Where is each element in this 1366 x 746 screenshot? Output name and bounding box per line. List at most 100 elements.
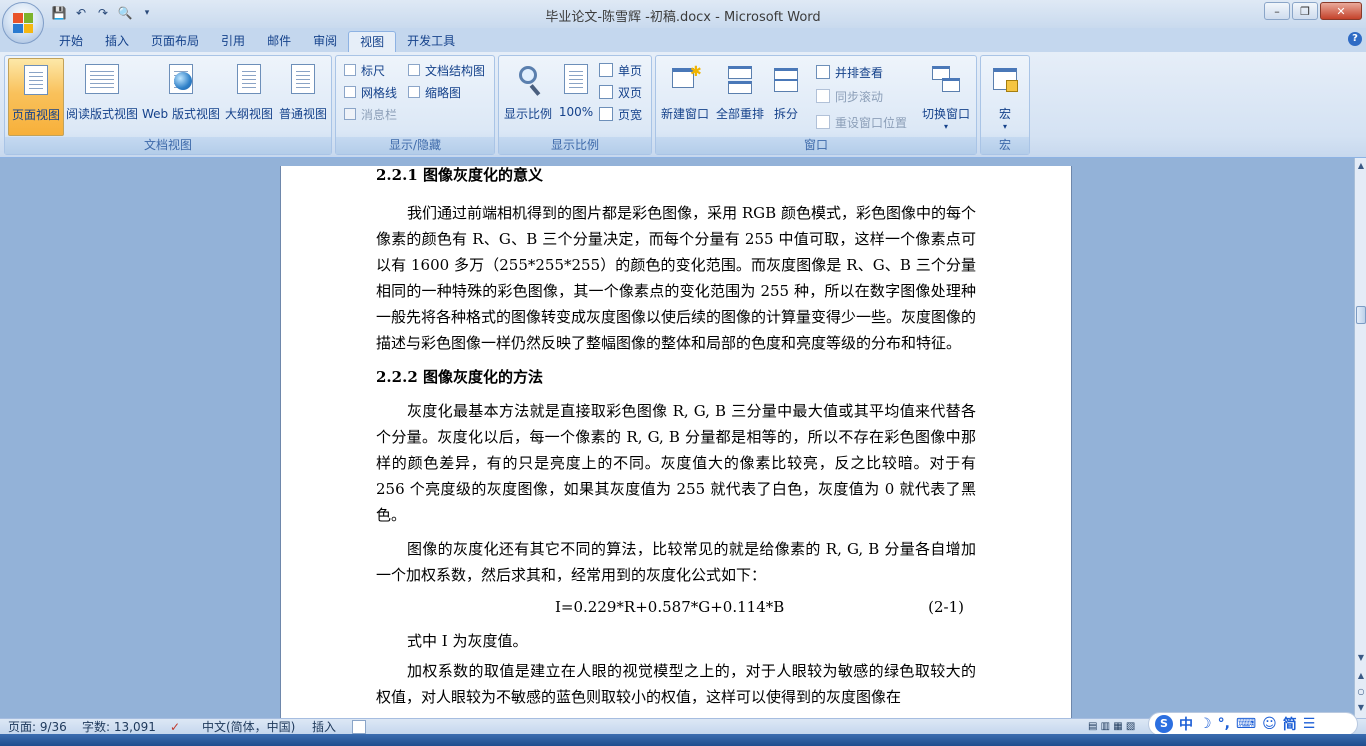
checkbox-icon [408,86,420,98]
checkbox-icon [344,86,356,98]
minimize-button[interactable]: – [1264,2,1290,20]
language-status[interactable]: 中文(简体，中国) [202,720,295,734]
outline-label: 大纲视图 [224,107,273,121]
word-count-status[interactable]: 字数: 13,091 [82,720,156,734]
group-label-zoom: 显示比例 [499,137,651,154]
view-side-by-side-button[interactable]: 并排查看 [816,62,883,82]
tab-mailings[interactable]: 邮件 [256,31,302,52]
ime-simplified[interactable]: 简 [1283,714,1297,734]
arrange-all-button[interactable]: 全部重排 [714,58,766,136]
reading-layout-label: 阅读版式视图 [65,107,138,121]
paragraph-4: 式中 I 为灰度值。 [407,632,528,650]
title-bar: 💾 ↶ ↷ 🔍 ▾ 毕业论文-陈雪辉 -初稿.docx - Microsoft … [0,0,1366,28]
window-title: 毕业论文-陈雪辉 -初稿.docx - Microsoft Word [545,10,821,25]
ribbon-tabs: 开始 插入 页面布局 引用 邮件 审阅 视图 开发工具 ? [0,28,1366,52]
document-page[interactable]: 2.2.1 图像灰度化的意义 我们通过前端相机得到的图片都是彩色图像，采用 RG… [280,166,1072,726]
switch-windows-button[interactable]: 切换窗口 ▾ [918,58,974,136]
two-pages-icon [599,85,613,99]
keyboard-icon[interactable]: ⌨ [1236,716,1256,732]
restore-button[interactable]: ❐ [1292,2,1318,20]
paragraph-1: 我们通过前端相机得到的图片都是彩色图像，采用 RGB 颜色模式，彩色图像中的每个… [376,204,977,352]
reset-position-label: 重设窗口位置 [835,115,908,130]
tab-references[interactable]: 引用 [210,31,256,52]
tab-insert[interactable]: 插入 [94,31,140,52]
insert-mode-status[interactable]: 插入 [312,720,336,734]
ime-toolbar[interactable]: S 中 ☽ °, ⌨ ☺ 简 ☰ [1148,712,1358,736]
zoom-100-button[interactable]: 100% [557,58,595,136]
previous-page-icon[interactable]: ▲ [1356,670,1366,682]
thumbnails-checkbox[interactable]: 缩略图 [408,82,461,102]
scrollbar-thumb[interactable] [1356,306,1366,324]
ruler-checkbox[interactable]: 标尺 [344,60,385,80]
dropdown-arrow-icon: ▾ [943,122,948,131]
reset-position-icon [816,115,830,129]
dropdown-arrow-icon: ▾ [1002,122,1007,131]
checkbox-icon [344,64,356,76]
ribbon: 页面视图 阅读版式视图 Web 版式视图 大纲视图 普通视图 文档视图 标尺 网… [0,52,1366,158]
group-zoom: 显示比例 100% 单页 双页 页宽 显示比例 [498,55,652,155]
new-window-icon: ✱ [670,64,702,96]
document-map-checkbox[interactable]: 文档结构图 [408,60,485,80]
tab-view[interactable]: 视图 [348,31,397,52]
document-workspace: 2.2.1 图像灰度化的意义 我们通过前端相机得到的图片都是彩色图像，采用 RG… [0,158,1354,726]
ruler-toggle-icon[interactable]: ▲ [1356,160,1366,172]
magnifier-icon [513,64,543,96]
tab-home[interactable]: 开始 [48,31,94,52]
tab-review[interactable]: 审阅 [302,31,348,52]
paragraph-5: 加权系数的取值是建立在人眼的视觉模型之上的，对于人眼较为敏感的绿色取较大的权值，… [376,662,976,706]
formula-number: (2-1) [928,598,964,616]
heading-2-2-1: 2.2.1 图像灰度化的意义 [376,166,543,184]
synchronous-scrolling-button[interactable]: 同步滚动 [816,86,883,106]
zoom-button[interactable]: 显示比例 [501,58,555,136]
group-window: ✱ 新建窗口 全部重排 拆分 并排查看 同步滚动 重设窗口位置 切换窗口 ▾ 窗… [655,55,977,155]
macro-record-icon[interactable] [352,720,366,734]
page-number-status[interactable]: 页面: 9/36 [8,720,67,734]
office-button[interactable] [2,2,44,44]
page-width-button[interactable]: 页宽 [599,104,642,124]
next-page-icon[interactable]: ▼ [1356,702,1366,714]
close-button[interactable]: ✕ [1320,2,1362,20]
group-document-views: 页面视图 阅读版式视图 Web 版式视图 大纲视图 普通视图 文档视图 [4,55,332,155]
switch-windows-icon [931,64,961,96]
menu-icon[interactable]: ☰ [1303,716,1316,732]
vertical-scrollbar[interactable]: ▲ ▼ ▲ ○ ▼ [1354,158,1366,718]
scroll-down-arrow-icon[interactable]: ▼ [1356,652,1366,664]
proofing-icon[interactable]: ✓ [170,720,180,734]
tab-developer[interactable]: 开发工具 [396,31,466,52]
tab-page-layout[interactable]: 页面布局 [140,31,210,52]
zoom-100-label: 100% [558,105,594,119]
new-window-button[interactable]: ✱ 新建窗口 [658,58,712,136]
ime-language[interactable]: 中 [1179,714,1193,734]
ruler-label: 标尺 [361,63,386,78]
thumbnails-label: 缩略图 [425,85,462,100]
select-browse-object-icon[interactable]: ○ [1356,686,1366,698]
macros-button[interactable]: 宏 ▾ [985,58,1025,136]
punctuation-icon[interactable]: °, [1218,716,1230,732]
macros-label: 宏 [998,107,1011,121]
paragraph-3: 图像的灰度化还有其它不同的算法，比较常见的就是给像素的 R, G, B 分量各自… [376,540,976,584]
sync-scroll-icon [816,89,830,103]
split-icon [771,64,801,96]
formula: I=0.229*R+0.587*G+0.114*B [555,598,785,616]
group-macros: 宏 ▾ 宏 [980,55,1030,155]
outline-button[interactable]: 大纲视图 [223,58,275,136]
ime-logo-icon: S [1155,715,1173,733]
group-label-document-views: 文档视图 [5,137,331,154]
web-layout-button[interactable]: Web 版式视图 [141,58,221,136]
checkbox-icon [344,108,356,120]
print-layout-button[interactable]: 页面视图 [8,58,64,136]
one-page-button[interactable]: 单页 [599,60,642,80]
reset-window-position-button[interactable]: 重设窗口位置 [816,112,907,132]
gridlines-checkbox[interactable]: 网格线 [344,82,397,102]
side-by-side-icon [816,65,830,79]
document-map-label: 文档结构图 [425,63,486,78]
draft-button[interactable]: 普通视图 [277,58,329,136]
message-bar-checkbox[interactable]: 消息栏 [344,104,397,124]
formula-line: I=0.229*R+0.587*G+0.114*B (2-1) [376,594,976,624]
emoji-icon[interactable]: ☺ [1262,716,1277,732]
split-button[interactable]: 拆分 [768,58,804,136]
help-icon[interactable]: ? [1348,32,1362,46]
two-pages-button[interactable]: 双页 [599,82,642,102]
reading-layout-button[interactable]: 阅读版式视图 [65,58,139,136]
moon-icon[interactable]: ☽ [1199,716,1212,732]
